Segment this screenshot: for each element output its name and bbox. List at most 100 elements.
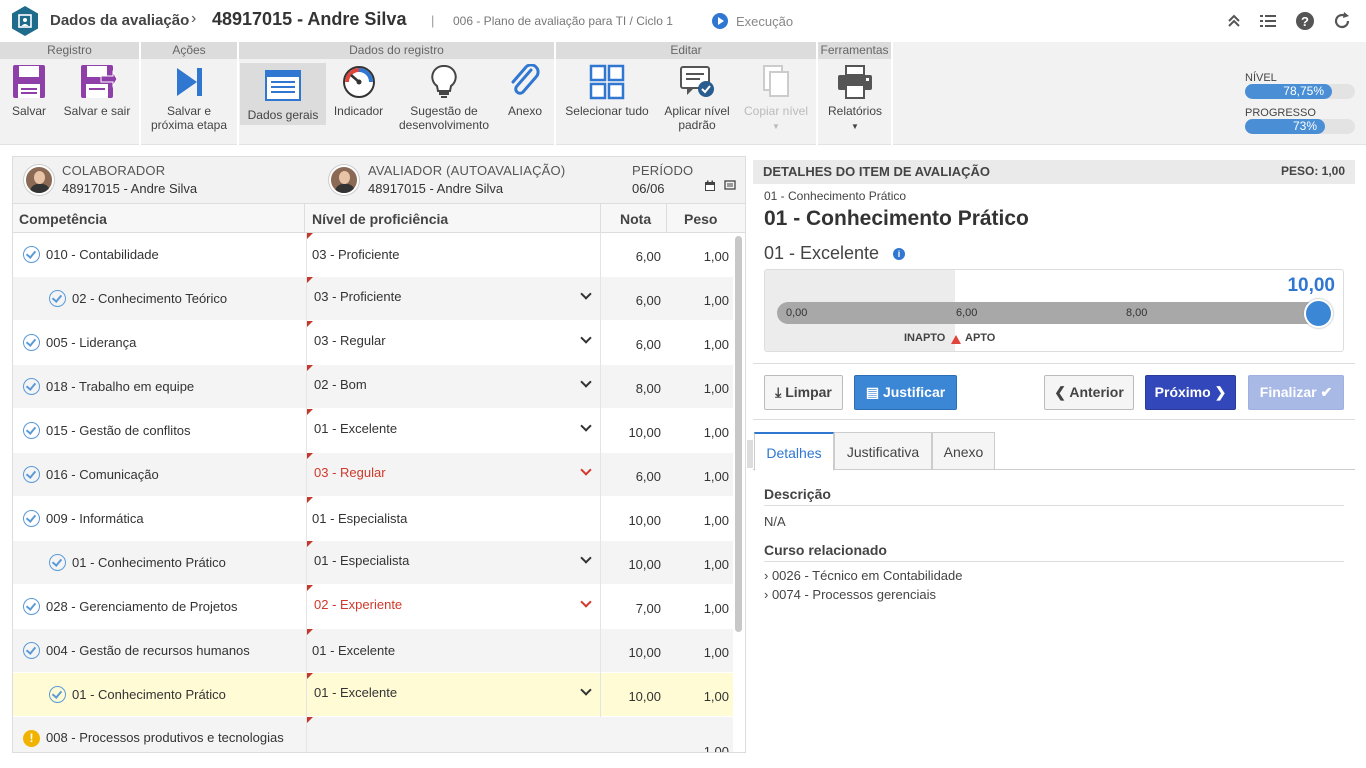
- table-row[interactable]: ! 008 - Processos produtivos e tecnologi…: [13, 717, 733, 752]
- table-row[interactable]: 009 - Informática 01 - Especialista 10,0…: [13, 497, 733, 541]
- check-circle-icon: [49, 686, 66, 703]
- level-value: 01 - Excelente: [314, 685, 398, 700]
- nota-value: 6,00: [635, 337, 661, 352]
- ribbon-toolbar: Registro Salvar Salvar e sair Ações Salv…: [0, 42, 1366, 145]
- level-cell: 03 - Proficiente: [306, 233, 601, 277]
- peso-value: 1,00: [703, 557, 729, 572]
- help-icon[interactable]: ?: [1295, 11, 1315, 31]
- peso-value: 1,00: [703, 645, 729, 660]
- table-row[interactable]: 015 - Gestão de conflitos 01 - Excelente…: [13, 409, 733, 453]
- item-level: 01 - Excelente: [764, 243, 880, 263]
- gauge-icon: [342, 66, 375, 98]
- skip-forward-icon: [177, 68, 202, 96]
- justify-button[interactable]: ▤ Justificar: [854, 375, 957, 410]
- table-row[interactable]: 02 - Conhecimento Teórico 03 - Proficien…: [13, 277, 733, 321]
- paperclip-icon: [511, 64, 540, 95]
- tab-detalhes[interactable]: Detalhes: [754, 432, 834, 471]
- reports-button[interactable]: Relatórios ▼: [822, 64, 888, 134]
- table-row-selected[interactable]: 01 - Conhecimento Prático 01 - Excelente…: [13, 673, 733, 717]
- check-circle-icon: [49, 290, 66, 307]
- peso-value: 1,00: [703, 469, 729, 484]
- comment-icon[interactable]: [724, 180, 736, 192]
- apply-default-level-button[interactable]: Aplicar nível padrão: [658, 64, 736, 132]
- competency-name: 018 - Trabalho em equipe: [46, 379, 195, 394]
- level-select[interactable]: 01 - Excelente: [306, 673, 601, 717]
- level-select[interactable]: 01 - Excelente: [306, 409, 601, 453]
- nota-value: 10,00: [628, 513, 661, 528]
- list-icon[interactable]: [1258, 11, 1278, 31]
- chevron-down-icon: ▼: [772, 122, 780, 131]
- lightbulb-icon: [431, 64, 457, 98]
- breadcrumb-root[interactable]: Dados da avaliação: [50, 12, 189, 29]
- copy-level-label: Copiar nível: [743, 104, 809, 118]
- col-peso[interactable]: Peso: [684, 211, 717, 227]
- score-slider-track[interactable]: [777, 302, 1322, 324]
- table-row[interactable]: 010 - Contabilidade 03 - Proficiente 6,0…: [13, 233, 733, 277]
- previous-button[interactable]: ❮ Anterior: [1044, 375, 1134, 410]
- level-value: 02 - Experiente: [314, 597, 403, 612]
- save-button[interactable]: Salvar: [6, 64, 52, 118]
- general-data-button[interactable]: Dados gerais: [240, 63, 326, 125]
- score-slider-handle[interactable]: [1304, 299, 1333, 328]
- tab-justificativa[interactable]: Justificativa: [834, 432, 932, 470]
- col-nivel[interactable]: Nível de proficiência: [312, 211, 448, 227]
- indicator-button[interactable]: Indicador: [330, 64, 387, 118]
- scrollbar[interactable]: [735, 236, 742, 632]
- status-label: Execução: [736, 14, 794, 29]
- col-nota[interactable]: Nota: [620, 211, 651, 227]
- level-select[interactable]: 03 - Proficiente: [306, 277, 601, 321]
- level-value: 01 - Especialista: [312, 511, 408, 526]
- collapse-up-icon[interactable]: [1224, 11, 1244, 31]
- table-row[interactable]: 005 - Liderança 03 - Regular 6,00 1,00: [13, 321, 733, 365]
- level-meter-value: 78,75%: [1283, 84, 1324, 98]
- checkmark-icon: ✔: [1320, 384, 1333, 400]
- level-select[interactable]: 03 - Regular: [306, 321, 601, 365]
- table-row[interactable]: 016 - Comunicação 03 - Regular 6,00 1,00: [13, 453, 733, 497]
- next-button[interactable]: Próximo ❯: [1145, 375, 1236, 410]
- refresh-icon[interactable]: [1332, 11, 1352, 31]
- level-select[interactable]: 01 - Especialista: [306, 541, 601, 585]
- copy-icon: [763, 65, 789, 97]
- suggestion-label-2: desenvolvimento: [398, 118, 490, 132]
- course-link[interactable]: › 0026 - Técnico em Contabilidade: [764, 568, 963, 583]
- course-link[interactable]: › 0074 - Processos gerenciais: [764, 587, 936, 602]
- description-title: Descrição: [764, 486, 831, 502]
- column-divider: [600, 204, 601, 233]
- level-select[interactable]: 03 - Regular: [306, 453, 601, 497]
- reports-label: Relatórios: [827, 104, 883, 118]
- level-value: 01 - Excelente: [314, 421, 398, 436]
- tab-anexo[interactable]: Anexo: [932, 432, 995, 470]
- group-title-dados: Dados do registro: [239, 42, 554, 59]
- avatar: [329, 165, 359, 195]
- table-row[interactable]: 028 - Gerenciamento de Projetos 02 - Exp…: [13, 585, 733, 629]
- table-row[interactable]: 01 - Conhecimento Prático 01 - Especiali…: [13, 541, 733, 585]
- item-detail-panel: DETALHES DO ITEM DE AVALIAÇÃO PESO: 1,00…: [753, 156, 1355, 753]
- select-all-button[interactable]: Selecionar tudo: [562, 64, 652, 118]
- finish-button[interactable]: Finalizar ✔: [1248, 375, 1344, 410]
- attachment-button[interactable]: Anexo: [501, 64, 549, 118]
- top-bar: Dados da avaliação › 48917015 - Andre Si…: [0, 0, 1366, 42]
- chevron-down-icon: [580, 332, 592, 344]
- info-icon[interactable]: i: [893, 248, 905, 260]
- chevron-down-icon: ▼: [851, 122, 859, 131]
- save-exit-label: Salvar e sair: [63, 104, 131, 118]
- level-select[interactable]: 02 - Bom: [306, 365, 601, 409]
- table-row[interactable]: 004 - Gestão de recursos humanos 01 - Ex…: [13, 629, 733, 673]
- col-competencia[interactable]: Competência: [19, 211, 107, 227]
- previous-label: Anterior: [1069, 384, 1124, 400]
- check-circle-icon: [23, 246, 40, 263]
- save-next-step-button[interactable]: Salvar e próxima etapa: [145, 64, 233, 132]
- calendar-icon[interactable]: [704, 180, 716, 192]
- copy-level-button[interactable]: Copiar nível ▼: [740, 64, 812, 134]
- level-select[interactable]: 02 - Experiente: [306, 585, 601, 629]
- chevron-down-icon: [580, 464, 592, 476]
- apply-level-label-2: padrão: [678, 118, 716, 132]
- breadcrumb-separator: ›: [191, 10, 197, 27]
- periodo-value: 06/06: [632, 181, 665, 196]
- avatar: [24, 165, 54, 195]
- peso-value: 1,00: [703, 513, 729, 528]
- table-row[interactable]: 018 - Trabalho em equipe 02 - Bom 8,00 1…: [13, 365, 733, 409]
- save-exit-button[interactable]: Salvar e sair: [60, 64, 134, 118]
- clear-button[interactable]: ⤓ Limpar: [764, 375, 843, 410]
- development-suggestion-button[interactable]: Sugestão de desenvolvimento: [394, 64, 494, 132]
